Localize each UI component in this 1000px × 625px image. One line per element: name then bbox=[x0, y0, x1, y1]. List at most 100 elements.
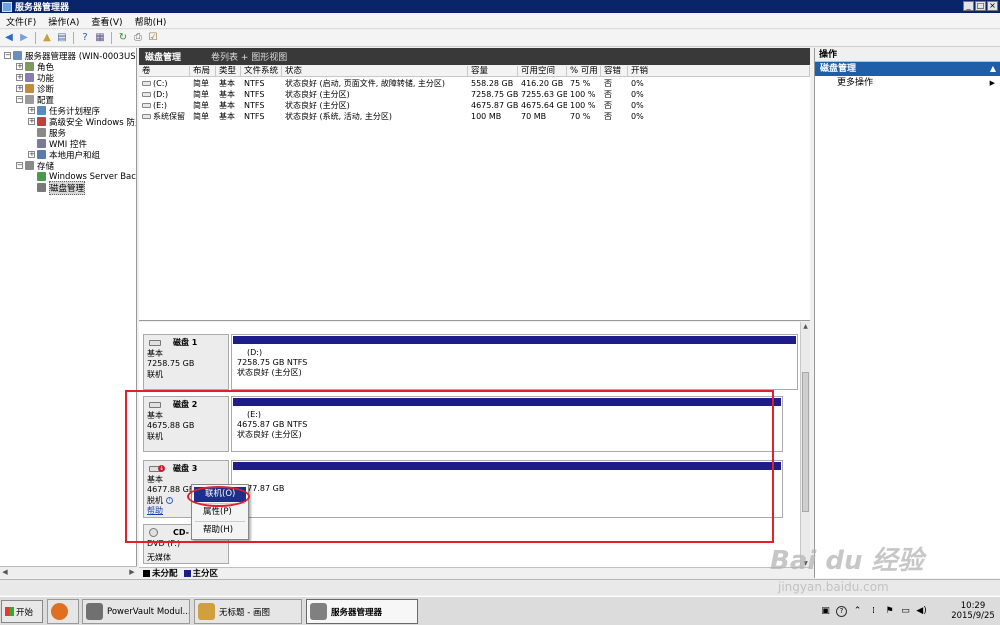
table-cell: 否 bbox=[601, 111, 628, 122]
tree-expander-icon[interactable]: + bbox=[16, 74, 23, 81]
taskbar-server-manager[interactable]: 服务器管理器 bbox=[306, 599, 418, 624]
tree-horizontal-scrollbar[interactable]: ◀ ▶ bbox=[0, 566, 137, 577]
refresh-icon[interactable]: ↻ bbox=[117, 32, 129, 44]
tray-divider-icon: ⁞ bbox=[872, 606, 875, 616]
disk-view-vertical-scrollbar[interactable]: ▲ ▼ bbox=[800, 322, 810, 568]
partition-e[interactable]: (E:) 4675.87 GB NTFS 状态良好 (主分区) bbox=[231, 396, 783, 452]
column-header[interactable]: 状态 bbox=[282, 66, 468, 77]
table-cell: 系统保留 bbox=[139, 111, 190, 122]
menu-action[interactable]: 操作(A) bbox=[42, 15, 85, 28]
partition-d[interactable]: (D:) 7258.75 GB NTFS 状态良好 (主分区) bbox=[231, 334, 798, 390]
info-icon[interactable]: i bbox=[166, 496, 173, 504]
tree-item[interactable]: − 配置 bbox=[16, 94, 54, 106]
scroll-thumb[interactable] bbox=[802, 372, 809, 512]
primary-partition-bar bbox=[233, 336, 796, 344]
tree-item[interactable]: + 本地用户和组 bbox=[28, 149, 100, 161]
tree-item[interactable]: 服务 bbox=[28, 127, 66, 139]
column-header[interactable]: 文件系统 bbox=[241, 66, 282, 77]
menu-view[interactable]: 查看(V) bbox=[85, 15, 128, 28]
menu-item-help[interactable]: 帮助(H) bbox=[192, 523, 248, 538]
monitor-icon[interactable]: ▭ bbox=[900, 606, 911, 617]
scroll-right-icon[interactable]: ▶ bbox=[127, 567, 137, 577]
system-clock[interactable]: 10:29 2015/9/25 bbox=[951, 601, 995, 621]
menu-help[interactable]: 帮助(H) bbox=[129, 15, 173, 28]
column-header[interactable]: 开销 bbox=[628, 66, 810, 77]
tree-item[interactable]: +高级安全 Windows 防火墙 bbox=[28, 116, 136, 128]
table-row[interactable]: (E:) 简单 基本 NTFS 状态良好 (主分区) 4675.87 GB 4675.64 … bbox=[139, 100, 810, 111]
column-header[interactable]: 卷 bbox=[139, 66, 190, 77]
menu-item-properties[interactable]: 属性(P) bbox=[192, 505, 248, 520]
tree-item[interactable]: − 存储 bbox=[16, 160, 54, 172]
diagnostics-icon bbox=[25, 84, 34, 93]
cell-text: 70 MB bbox=[521, 112, 547, 121]
show-tree-icon[interactable]: ▤ bbox=[56, 32, 68, 44]
column-header[interactable]: % 可用 bbox=[567, 66, 601, 77]
table-row[interactable]: 系统保留 简单 基本 NTFS 状态良好 (系统, 活动, 主分区) 100 MB 70 M… bbox=[139, 111, 810, 122]
tree-expander-icon[interactable]: − bbox=[16, 162, 23, 169]
tree-item[interactable]: WMI 控件 bbox=[28, 138, 87, 150]
taskbar-paint[interactable]: 无标题 - 画图 bbox=[194, 599, 302, 624]
tree-item[interactable]: + 功能 bbox=[16, 72, 54, 84]
tree-item[interactable]: + 任务计划程序 bbox=[28, 105, 100, 117]
tree-item[interactable]: + 角色 bbox=[16, 61, 54, 73]
unallocated-partition[interactable]: 4677.87 GB bbox=[231, 460, 783, 518]
cell-text: 7258.75 GB bbox=[471, 90, 518, 99]
window-titlebar[interactable]: 服务器管理器 _ □ × bbox=[0, 0, 1000, 13]
disk-2-info[interactable]: 磁盘 2 基本 4675.88 GB 联机 bbox=[143, 396, 229, 452]
flag-icon[interactable]: ⚑ bbox=[884, 606, 895, 617]
checklist-icon[interactable]: ☑ bbox=[147, 32, 159, 44]
tree-expander-icon[interactable]: + bbox=[16, 85, 23, 92]
tree-expander-icon[interactable]: + bbox=[16, 63, 23, 70]
menu-file[interactable]: 文件(F) bbox=[0, 15, 42, 28]
table-cell: NTFS bbox=[241, 78, 282, 89]
firewall-icon bbox=[37, 117, 46, 126]
tree-expander-icon[interactable]: − bbox=[16, 96, 23, 103]
tree-expander-icon[interactable]: + bbox=[28, 107, 35, 114]
properties-icon[interactable]: ▦ bbox=[94, 32, 106, 44]
navigation-tree: −服务器管理器 (WIN-0003USKTL5+角色+功能+诊断−配置+任务计划… bbox=[0, 48, 137, 568]
taskbar-firefox[interactable] bbox=[47, 599, 79, 624]
menu-item-online[interactable]: 联机(O) bbox=[194, 487, 246, 502]
close-icon[interactable]: × bbox=[987, 1, 998, 11]
column-header[interactable]: 容量 bbox=[468, 66, 518, 77]
disk-1-info[interactable]: 磁盘 1 基本 7258.75 GB 联机 bbox=[143, 334, 229, 390]
collapse-icon[interactable]: ▲ bbox=[990, 62, 996, 76]
tree-expander-icon[interactable]: + bbox=[28, 118, 35, 125]
table-row[interactable]: (C:) 简单 基本 NTFS 状态良好 (启动, 页面文件, 故障转储, 主分区) 55… bbox=[139, 78, 810, 89]
table-cell: 0% bbox=[628, 111, 810, 122]
disk-1-row: 磁盘 1 基本 7258.75 GB 联机 (D:) 7258.75 GB NT… bbox=[143, 334, 798, 390]
scroll-left-icon[interactable]: ◀ bbox=[0, 567, 10, 577]
back-icon[interactable]: ◀ bbox=[3, 32, 15, 44]
minimize-icon[interactable]: _ bbox=[963, 1, 974, 11]
partition-status: 状态良好 (主分区) bbox=[237, 430, 302, 439]
tree-expander-icon[interactable]: + bbox=[28, 151, 35, 158]
actions-section-disk-management[interactable]: 磁盘管理 ▲ bbox=[815, 62, 1000, 76]
table-row[interactable]: (D:) 简单 基本 NTFS 状态良好 (主分区) 7258.75 GB 7255.63 … bbox=[139, 89, 810, 100]
export-icon[interactable]: ⎙ bbox=[132, 32, 144, 44]
scroll-up-icon[interactable]: ▲ bbox=[801, 322, 810, 331]
tree-item[interactable]: −服务器管理器 (WIN-0003USKTL5 bbox=[4, 50, 136, 62]
start-button[interactable]: 开始 bbox=[1, 600, 43, 623]
more-actions[interactable]: 更多操作 ▶ bbox=[815, 76, 1000, 90]
column-header[interactable]: 类型 bbox=[216, 66, 241, 77]
expand-tray-icon[interactable]: ⌃ bbox=[852, 606, 863, 617]
network-icon[interactable]: ▣ bbox=[820, 606, 831, 617]
column-header[interactable]: 可用空间 bbox=[518, 66, 567, 77]
partition-status: 状态良好 (主分区) bbox=[237, 368, 302, 377]
up-folder-icon[interactable]: ▲ bbox=[41, 32, 53, 44]
taskbar-powervault[interactable]: PowerVault Modul... bbox=[82, 599, 190, 624]
column-header[interactable]: 布局 bbox=[190, 66, 216, 77]
help-icon[interactable]: ? bbox=[79, 32, 91, 44]
volume-icon[interactable]: ◀) bbox=[916, 606, 927, 617]
maximize-icon[interactable]: □ bbox=[975, 1, 986, 11]
cell-text: 状态良好 (主分区) bbox=[285, 90, 350, 99]
tree-expander-icon[interactable]: − bbox=[4, 52, 11, 59]
tree-item[interactable]: 磁盘管理 bbox=[28, 180, 86, 195]
column-header[interactable]: 容错 bbox=[601, 66, 628, 77]
disk-2-row: 磁盘 2 基本 4675.88 GB 联机 (E:) 4675.87 GB NT… bbox=[143, 396, 798, 452]
cell-text: 基本 bbox=[219, 112, 235, 121]
help-icon[interactable]: ? bbox=[836, 606, 847, 617]
cell-text: NTFS bbox=[244, 90, 265, 99]
tree-item[interactable]: + 诊断 bbox=[16, 83, 54, 95]
forward-icon[interactable]: ▶ bbox=[18, 32, 30, 44]
